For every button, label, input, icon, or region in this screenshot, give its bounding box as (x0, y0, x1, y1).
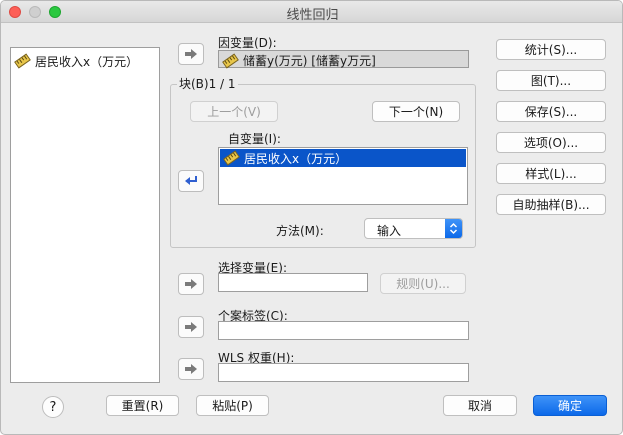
cancel-button[interactable]: 取消 (443, 395, 517, 416)
arrow-right-icon (185, 364, 197, 374)
list-item[interactable]: 居民收入x（万元） (14, 53, 139, 69)
move-from-independent-button[interactable] (178, 170, 204, 192)
independent-list[interactable]: 居民收入x（万元） (218, 147, 468, 205)
independent-label: 自变量(I): (228, 132, 281, 146)
move-to-dependent-button[interactable] (178, 43, 204, 65)
dependent-field[interactable]: 储蓄y(万元) [储蓄y万元] (218, 50, 469, 69)
rule-button[interactable]: 规则(U)... (380, 273, 466, 294)
selection-field[interactable] (218, 273, 368, 292)
window-title: 线性回归 (286, 8, 339, 23)
title-bar: 线性回归 (1, 1, 622, 23)
dependent-value: 储蓄y(万元) [储蓄y万元] (243, 54, 376, 68)
move-to-selection-button[interactable] (178, 273, 204, 295)
method-select[interactable]: 输入 (364, 218, 463, 239)
method-value: 输入 (377, 224, 402, 238)
dependent-label: 因变量(D): (218, 36, 277, 50)
options-button[interactable]: 选项(O)... (496, 132, 606, 153)
bootstrap-button[interactable]: 自助抽样(B)... (496, 194, 606, 215)
help-button[interactable]: ? (42, 396, 64, 418)
arrow-right-icon (185, 279, 197, 289)
move-to-case-label-button[interactable] (178, 316, 204, 338)
list-item[interactable]: 居民收入x（万元） (220, 149, 466, 167)
save-button[interactable]: 保存(S)... (496, 101, 606, 122)
statistics-button[interactable]: 统计(S)... (496, 39, 606, 60)
block-title: 块(B)1 / 1 (177, 75, 238, 92)
case-label-field[interactable] (218, 321, 469, 340)
previous-block-button[interactable]: 上一个(V) (190, 101, 278, 122)
method-label: 方法(M): (276, 224, 324, 238)
arrow-left-return-icon (185, 176, 197, 185)
move-to-wls-button[interactable] (178, 358, 204, 380)
scale-ruler-icon (14, 53, 31, 69)
scale-ruler-icon (223, 150, 240, 166)
style-button[interactable]: 样式(L)... (496, 163, 606, 184)
reset-button[interactable]: 重置(R) (106, 395, 179, 416)
chevron-updown-icon (445, 219, 462, 238)
arrow-right-icon (185, 49, 197, 59)
plots-button[interactable]: 图(T)... (496, 70, 606, 91)
source-variable-list[interactable]: 居民收入x（万元） (10, 47, 160, 383)
list-item-label: 居民收入x（万元） (244, 151, 348, 166)
linear-regression-dialog: 线性回归 居民收入x（万元） 因变量(D): 储蓄y(万元) [储蓄y万元] 块… (0, 0, 623, 435)
list-item-label: 居民收入x（万元） (35, 54, 139, 69)
paste-button[interactable]: 粘贴(P) (196, 395, 269, 416)
arrow-right-icon (185, 322, 197, 332)
scale-ruler-icon (222, 52, 239, 69)
ok-button[interactable]: 确定 (533, 395, 607, 416)
next-block-button[interactable]: 下一个(N) (372, 101, 460, 122)
wls-field[interactable] (218, 363, 469, 382)
